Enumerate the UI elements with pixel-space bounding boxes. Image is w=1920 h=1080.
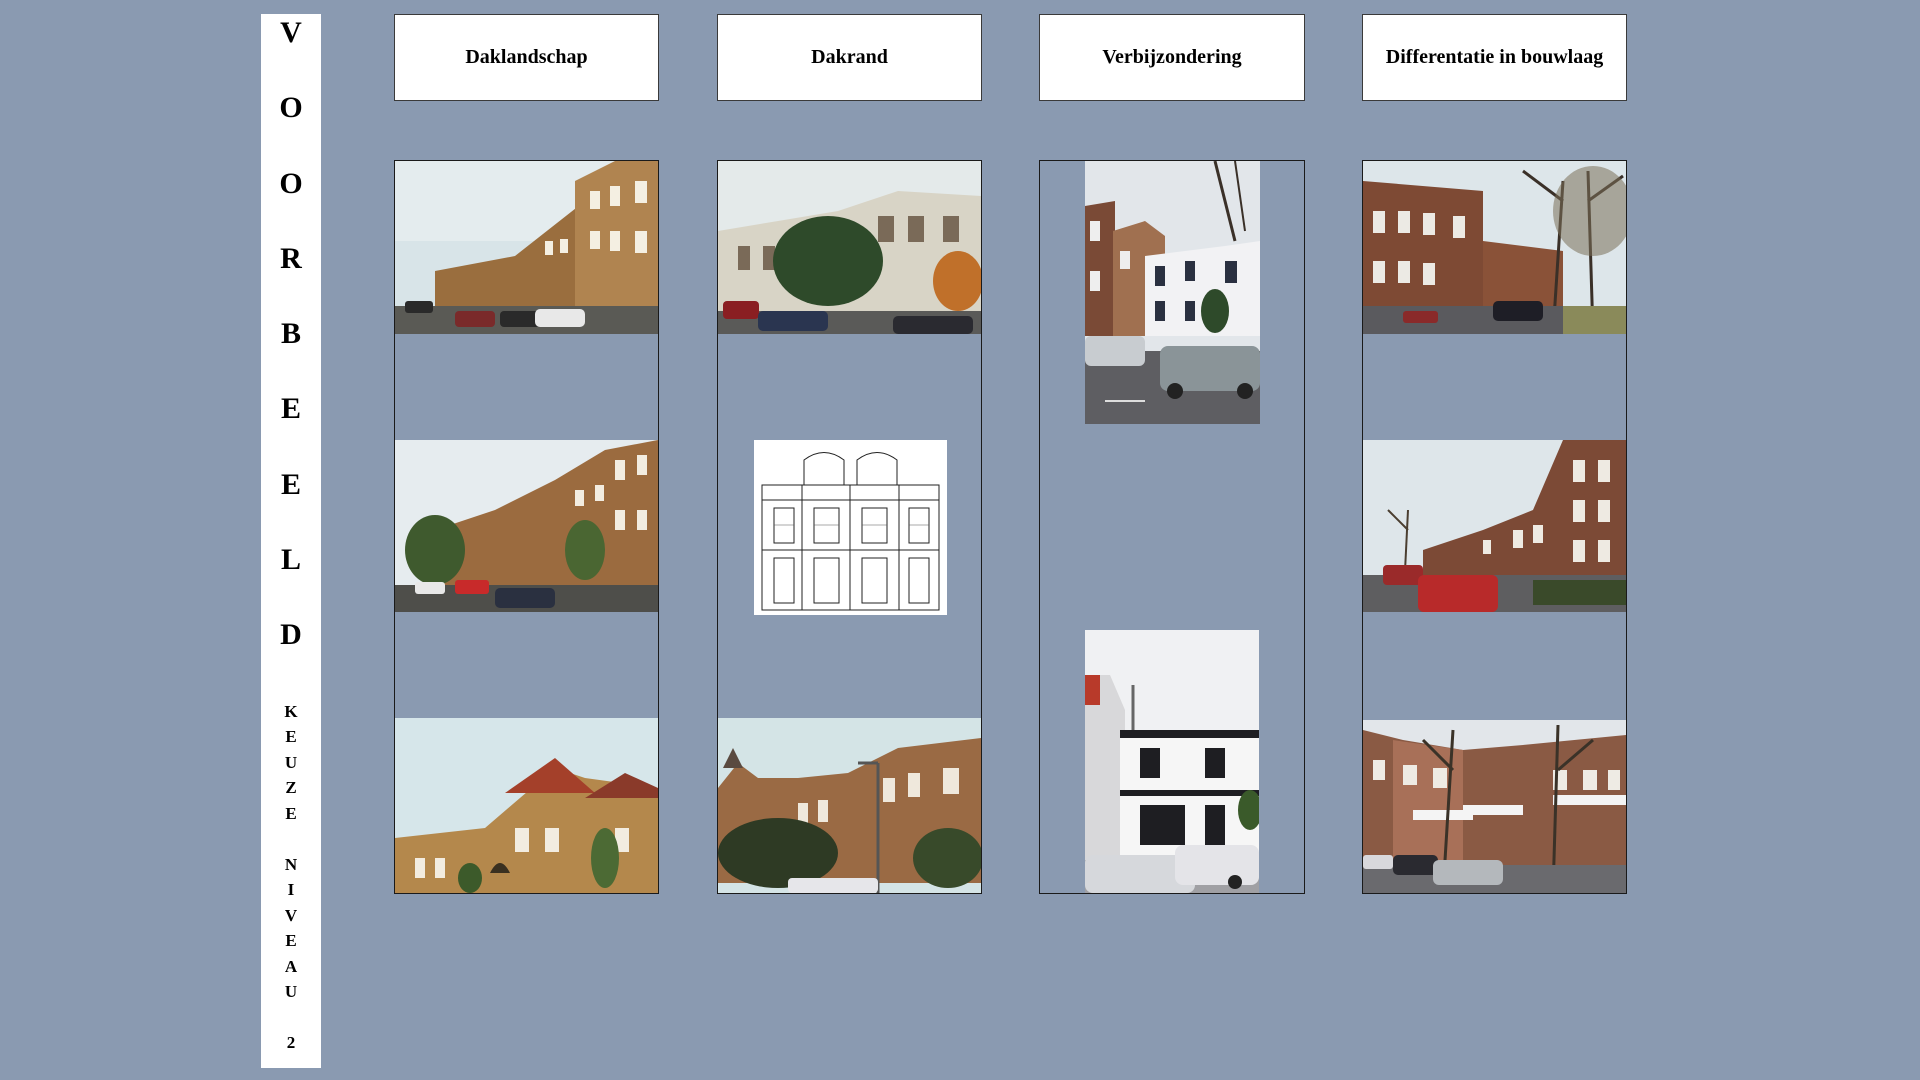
row-houses-photo xyxy=(1363,440,1626,612)
title-letter: L xyxy=(280,543,301,577)
subtitle-letter: U xyxy=(284,752,298,772)
brick-street-with-trees-photo xyxy=(1363,161,1626,334)
corner-white-house-photo xyxy=(1085,161,1260,424)
title-letter: D xyxy=(280,618,302,652)
corner-villa-photo xyxy=(395,718,658,893)
subtitle-keuze-niveau: K E U Z E N I V E A U 2 xyxy=(284,699,297,1056)
subtitle-letter: K xyxy=(284,701,298,721)
subtitle-number: 2 xyxy=(286,1033,296,1053)
subtitle-letter: Z xyxy=(285,778,297,798)
vertical-title-banner: V O O R B E E L D K E U Z E N I V E A U … xyxy=(261,14,321,1068)
header-verbijzondering: Verbijzondering xyxy=(1039,14,1305,101)
subtitle-letter: N xyxy=(284,854,298,874)
subtitle-letter: U xyxy=(284,982,298,1002)
facade-drawing xyxy=(754,440,947,615)
title-letter: E xyxy=(280,392,301,426)
title-letter: E xyxy=(280,467,301,501)
terraced-houses-photo xyxy=(718,161,981,334)
title-letter: O xyxy=(279,166,303,200)
header-daklandschap: Daklandschap xyxy=(394,14,659,101)
header-dakrand: Dakrand xyxy=(717,14,982,101)
subtitle-letter: V xyxy=(284,905,298,925)
subtitle-letter: E xyxy=(285,803,297,823)
title-letter: B xyxy=(280,317,301,351)
street-with-lamp-photo xyxy=(718,718,981,893)
subtitle-letter: E xyxy=(285,727,297,747)
street-of-brick-houses-photo xyxy=(395,161,658,334)
subtitle-letter: E xyxy=(285,931,297,951)
title-letter: O xyxy=(279,91,303,125)
street-with-trees-photo xyxy=(395,440,658,612)
subtitle-letter: I xyxy=(287,880,295,900)
header-differentatie: Differentatie in bouwlaag xyxy=(1362,14,1627,101)
title-voorbeeld: V O O R B E E L D xyxy=(279,16,303,696)
title-letter: R xyxy=(280,241,302,275)
apartment-balconies-photo xyxy=(1363,720,1626,893)
white-house-facade-photo xyxy=(1085,630,1259,893)
subtitle-letter: A xyxy=(284,956,298,976)
title-letter: V xyxy=(280,16,302,49)
